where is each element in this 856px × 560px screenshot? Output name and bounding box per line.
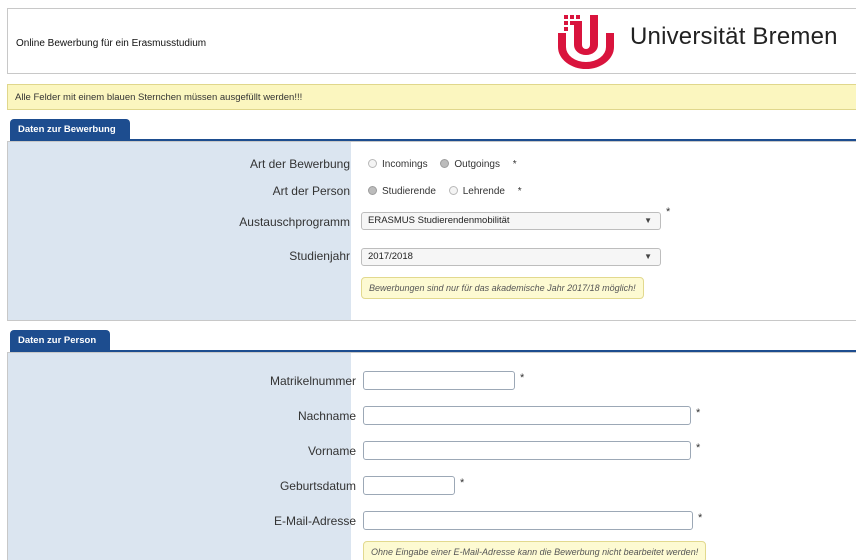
email-input[interactable] xyxy=(363,511,693,530)
email-label: E-Mail-Adresse xyxy=(273,514,356,528)
required-marker: * xyxy=(666,206,671,218)
radio-outgoings-dot[interactable] xyxy=(440,159,450,168)
austauschprogramm-select[interactable]: ERASMUS Studierendenmobilität ▼ xyxy=(361,212,661,230)
art-bewerbung-label: Art der Bewerbung xyxy=(249,157,350,171)
radio-lehrende-dot[interactable] xyxy=(448,186,458,195)
nachname-input[interactable] xyxy=(363,406,691,425)
page-header: Online Bewerbung für ein Erasmusstudium … xyxy=(7,8,856,74)
radio-lehrende[interactable]: Lehrende xyxy=(448,186,505,197)
radio-incomings-dot[interactable] xyxy=(368,159,377,168)
art-bewerbung-group: Incomings Outgoings * xyxy=(368,159,517,170)
studienjahr-hint: Bewerbungen sind nur für das akademische… xyxy=(361,277,644,299)
studienjahr-value: 2017/2018 xyxy=(368,251,413,262)
tab-daten-zur-bewerbung[interactable]: Daten zur Bewerbung xyxy=(10,119,130,140)
radio-outgoings[interactable]: Outgoings xyxy=(440,159,500,170)
austauschprogramm-value: ERASMUS Studierendenmobilität xyxy=(368,215,510,226)
radio-studierende-dot[interactable] xyxy=(368,186,377,195)
nachname-label: Nachname xyxy=(297,409,356,423)
email-hint: Ohne Eingabe einer E-Mail-Adresse kann d… xyxy=(363,541,707,560)
section-application: Art der Bewerbung Incomings Outgoings * … xyxy=(7,141,856,321)
section-person: Matrikelnummer * Nachname * Vorname * Ge… xyxy=(7,352,856,560)
required-marker: * xyxy=(460,477,465,489)
required-marker: * xyxy=(512,159,517,170)
vorname-input[interactable] xyxy=(363,441,691,460)
vorname-label: Vorname xyxy=(307,444,356,458)
radio-incomings[interactable]: Incomings xyxy=(368,159,428,170)
university-logo xyxy=(558,15,614,69)
matrikelnummer-label: Matrikelnummer xyxy=(269,374,356,388)
required-fields-notice: Alle Felder mit einem blauen Sternchen m… xyxy=(7,84,856,110)
art-person-group: Studierende Lehrende * xyxy=(368,186,522,197)
geburtsdatum-label: Geburtsdatum xyxy=(279,479,356,493)
tab-daten-zur-person[interactable]: Daten zur Person xyxy=(10,330,111,351)
required-marker: * xyxy=(696,442,701,454)
university-name: Universität Bremen xyxy=(630,23,838,50)
notice-text: Alle Felder mit einem blauen Sternchen m… xyxy=(15,92,303,103)
page-title: Online Bewerbung für ein Erasmusstudium xyxy=(16,38,207,49)
studienjahr-select[interactable]: 2017/2018 ▼ xyxy=(361,248,661,266)
art-person-label: Art der Person xyxy=(272,184,350,198)
studienjahr-label: Studienjahr xyxy=(289,249,350,263)
chevron-down-icon: ▼ xyxy=(644,252,652,261)
austauschprogramm-label: Austauschprogramm xyxy=(239,215,350,229)
required-marker: * xyxy=(520,372,525,384)
required-marker: * xyxy=(696,407,701,419)
matrikelnummer-input[interactable] xyxy=(363,371,515,390)
chevron-down-icon: ▼ xyxy=(644,216,652,225)
radio-studierende[interactable]: Studierende xyxy=(368,186,436,197)
required-marker: * xyxy=(517,186,522,197)
required-marker: * xyxy=(698,512,703,524)
geburtsdatum-input[interactable] xyxy=(363,476,455,495)
